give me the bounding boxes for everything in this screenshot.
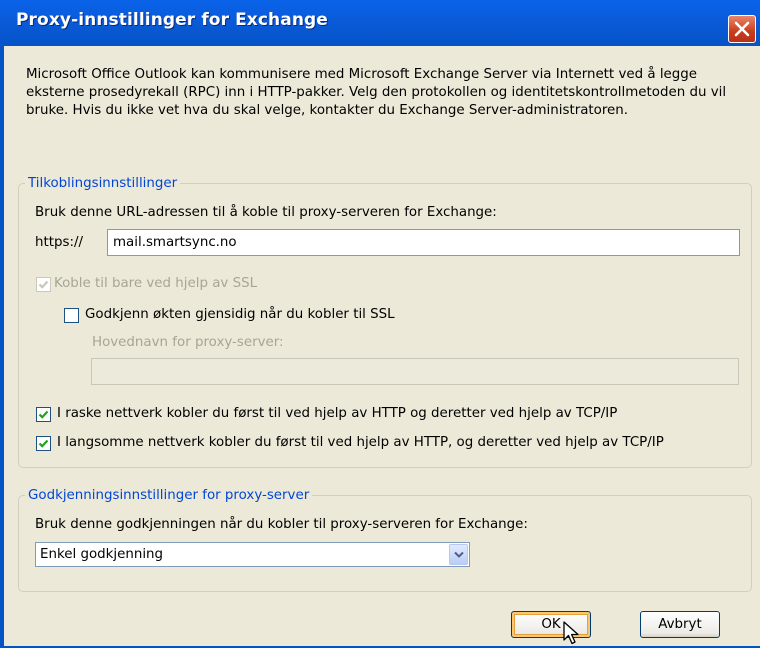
checkmark-icon: [38, 439, 49, 448]
slow-network-checkbox[interactable]: [36, 436, 51, 451]
url-label: Bruk denne URL-adressen til å koble til …: [35, 205, 497, 220]
fast-network-label: I raske nettverk kobler du først til ved…: [57, 406, 618, 421]
url-prefix: https://: [35, 235, 83, 250]
dialog-window: Proxy-innstillinger for Exchange Microso…: [0, 0, 760, 648]
principal-name-label: Hovednavn for proxy-server:: [92, 335, 284, 350]
intro-text: Microsoft Office Outlook kan kommunisere…: [26, 67, 727, 118]
connection-settings-legend: Tilkoblingsinnstillinger: [25, 175, 181, 193]
ssl-only-checkbox[interactable]: [36, 277, 51, 292]
mutual-auth-checkbox[interactable]: [64, 308, 79, 323]
close-icon: [734, 21, 750, 37]
title-bar[interactable]: Proxy-innstillinger for Exchange: [0, 0, 760, 46]
checkmark-icon: [38, 280, 49, 289]
connection-settings-group: Tilkoblingsinnstillinger: [18, 175, 752, 468]
checkmark-icon: [38, 410, 49, 419]
chevron-down-icon: [454, 551, 464, 558]
mouse-cursor-icon: [563, 621, 579, 645]
slow-network-label: I langsomme nettverk kobler du først til…: [57, 435, 664, 450]
dialog-body: Microsoft Office Outlook kan kommunisere…: [4, 46, 760, 648]
mutual-auth-label: Godkjenn økten gjensidig når du kobler t…: [85, 307, 395, 322]
fast-network-checkbox[interactable]: [36, 407, 51, 422]
auth-method-select[interactable]: Enkel godkjenning: [35, 542, 470, 567]
auth-method-label: Bruk denne godkjenningen når du kobler t…: [35, 517, 528, 532]
close-button[interactable]: [728, 15, 756, 43]
dropdown-button[interactable]: [449, 544, 468, 565]
window-title: Proxy-innstillinger for Exchange: [16, 10, 328, 30]
principal-name-input[interactable]: [91, 358, 739, 385]
cancel-button[interactable]: Avbryt: [640, 611, 720, 638]
ssl-only-label: Koble til bare ved hjelp av SSL: [54, 276, 258, 291]
auth-method-value: Enkel godkjenning: [40, 547, 164, 562]
auth-settings-legend: Godkjenningsinnstillinger for proxy-serv…: [25, 487, 313, 505]
url-input[interactable]: mail.smartsync.no: [107, 229, 740, 256]
